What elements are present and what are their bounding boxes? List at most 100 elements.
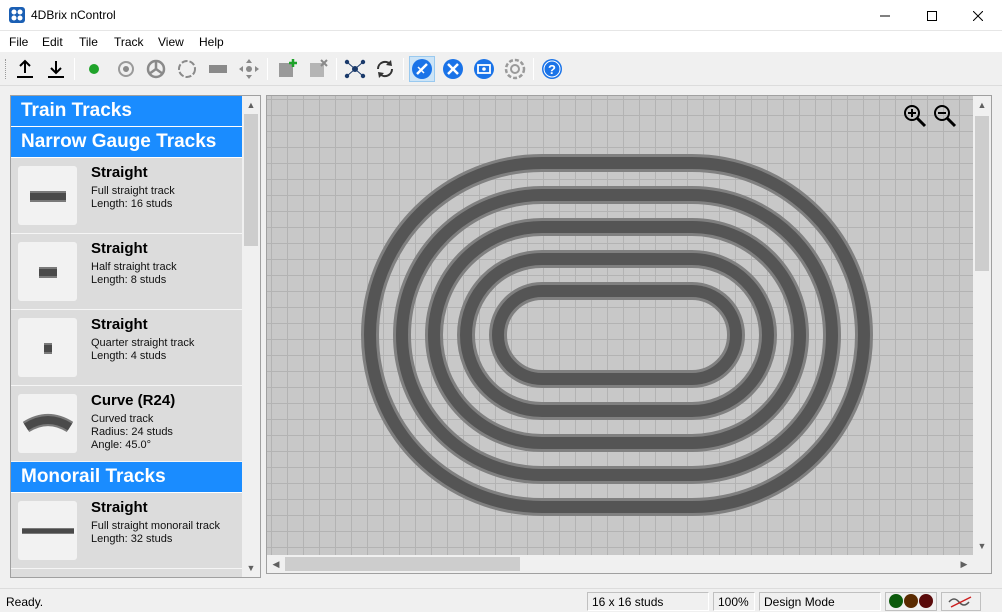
4dbrix-logo-icon <box>9 7 25 23</box>
menu-bar: File Edit Tile Track View Help <box>0 31 1002 52</box>
network-icon[interactable] <box>342 56 368 82</box>
scroll-down-arrow-icon[interactable]: ▼ <box>973 537 991 555</box>
scroll-down-arrow-icon[interactable]: ▼ <box>242 559 260 577</box>
move-icon[interactable] <box>236 56 262 82</box>
track-radius: Radius: 24 studs <box>91 426 173 438</box>
zoom-out-icon[interactable] <box>933 104 957 128</box>
sync-icon[interactable] <box>372 56 398 82</box>
zoom-in-icon[interactable] <box>903 104 927 128</box>
track-description: Half straight track <box>91 261 177 273</box>
track-loop[interactable] <box>460 253 774 417</box>
loop-icon[interactable] <box>174 56 200 82</box>
toolbar-separator <box>74 58 75 80</box>
track-loop[interactable] <box>492 285 742 385</box>
connection-status-icon[interactable] <box>941 592 981 611</box>
close-icon[interactable] <box>955 0 1001 31</box>
scroll-up-arrow-icon[interactable]: ▲ <box>242 96 260 114</box>
track-description: Full straight track <box>91 185 175 197</box>
remove-tile-icon[interactable] <box>305 56 331 82</box>
track-piece-icon[interactable] <box>205 56 231 82</box>
track-angle: Angle: 45.0° <box>91 439 152 451</box>
track-item-straight-quarter[interactable]: Straight Quarter straight track Length: … <box>11 310 242 386</box>
track-item-straight-half[interactable]: Straight Half straight track Length: 8 s… <box>11 234 242 310</box>
track-name: Straight <box>91 164 148 181</box>
track-loop-edge <box>457 250 777 420</box>
track-length: Length: 8 studs <box>91 274 167 286</box>
status-tile-size: 16 x 16 studs <box>587 592 709 611</box>
menu-help[interactable]: Help <box>199 35 224 49</box>
status-indicators <box>885 592 937 611</box>
tools-icon[interactable] <box>440 56 466 82</box>
design-mode-icon[interactable] <box>409 56 435 82</box>
maximize-icon[interactable] <box>909 0 955 31</box>
switch-icon[interactable] <box>143 56 169 82</box>
menu-file[interactable]: File <box>9 35 28 49</box>
help-icon[interactable]: ? <box>539 56 565 82</box>
track-loop-edge <box>489 282 745 388</box>
menu-track[interactable]: Track <box>114 35 144 49</box>
layout-canvas-frame: ▲ ▼ ◀ ▶ <box>266 95 992 574</box>
category-train-tracks[interactable]: Train Tracks <box>11 96 242 126</box>
track-palette: Train Tracks Narrow Gauge Tracks Straigh… <box>10 95 261 578</box>
menu-edit[interactable]: Edit <box>42 35 63 49</box>
category-narrow-gauge-tracks[interactable]: Narrow Gauge Tracks <box>11 127 242 157</box>
track-item-partial[interactable] <box>11 569 242 577</box>
status-bar: Ready. 16 x 16 studs 100% Design Mode <box>0 588 1002 612</box>
indicator-dot <box>904 594 918 608</box>
canvas-vertical-scrollbar[interactable]: ▲ ▼ <box>973 96 991 555</box>
track-description: Full straight monorail track <box>91 520 220 532</box>
track-thumbnail <box>18 501 77 560</box>
status-message: Ready. <box>6 595 44 609</box>
title-bar: 4DBrix nControl <box>0 0 1002 31</box>
palette-scrollbar[interactable]: ▲ ▼ <box>242 96 260 577</box>
track-length: Length: 4 studs <box>91 350 167 362</box>
indicator-dot <box>919 594 933 608</box>
scroll-right-arrow-icon[interactable]: ▶ <box>955 555 973 573</box>
menu-view[interactable]: View <box>158 35 184 49</box>
track-name: Straight <box>91 499 148 516</box>
track-layout <box>361 154 873 516</box>
scrollbar-thumb[interactable] <box>285 557 520 571</box>
track-thumbnail <box>18 242 77 301</box>
status-zoom: 100% <box>713 592 755 611</box>
layout-canvas[interactable] <box>267 96 973 555</box>
indicator-dot <box>889 594 903 608</box>
category-monorail-tracks[interactable]: Monorail Tracks <box>11 462 242 492</box>
toolbar-separator <box>267 58 268 80</box>
track-description: Quarter straight track <box>91 337 195 349</box>
track-item-straight-full[interactable]: Straight Full straight track Length: 16 … <box>11 158 242 234</box>
status-mode: Design Mode <box>759 592 881 611</box>
scrollbar-thumb[interactable] <box>975 116 989 271</box>
minimize-icon[interactable] <box>862 0 908 31</box>
track-item-monorail-straight[interactable]: Straight Full straight monorail track Le… <box>11 493 242 569</box>
track-name: Straight <box>91 316 148 333</box>
track-length: Length: 32 studs <box>91 533 173 545</box>
toolbar-separator <box>403 58 404 80</box>
track-loop[interactable] <box>364 157 870 513</box>
monitor-icon[interactable] <box>471 56 497 82</box>
add-tile-icon[interactable] <box>274 56 300 82</box>
track-name: Curve (R24) <box>91 392 176 409</box>
upload-icon[interactable] <box>12 56 38 82</box>
toolbar-separator <box>533 58 534 80</box>
track-thumbnail <box>18 318 77 377</box>
settings-icon[interactable] <box>502 56 528 82</box>
track-length: Length: 16 studs <box>91 198 173 210</box>
track-item-curve-r24[interactable]: Curve (R24) Curved track Radius: 24 stud… <box>11 386 242 462</box>
scroll-up-arrow-icon[interactable]: ▲ <box>973 96 991 114</box>
track-thumbnail <box>18 166 77 225</box>
svg-text:?: ? <box>548 62 556 77</box>
track-loop-edge <box>361 154 873 516</box>
toolbar-separator <box>336 58 337 80</box>
download-icon[interactable] <box>43 56 69 82</box>
menu-tile[interactable]: Tile <box>79 35 98 49</box>
sensor-icon[interactable] <box>113 56 139 82</box>
green-dot-icon[interactable] <box>81 56 107 82</box>
canvas-horizontal-scrollbar[interactable]: ◀ ▶ <box>267 555 973 573</box>
track-name: Straight <box>91 240 148 257</box>
toolbar-grip[interactable] <box>5 59 8 79</box>
scrollbar-thumb[interactable] <box>244 114 258 246</box>
toolbar: ? <box>0 52 1002 86</box>
scroll-left-arrow-icon[interactable]: ◀ <box>267 555 285 573</box>
track-description: Curved track <box>91 413 154 425</box>
